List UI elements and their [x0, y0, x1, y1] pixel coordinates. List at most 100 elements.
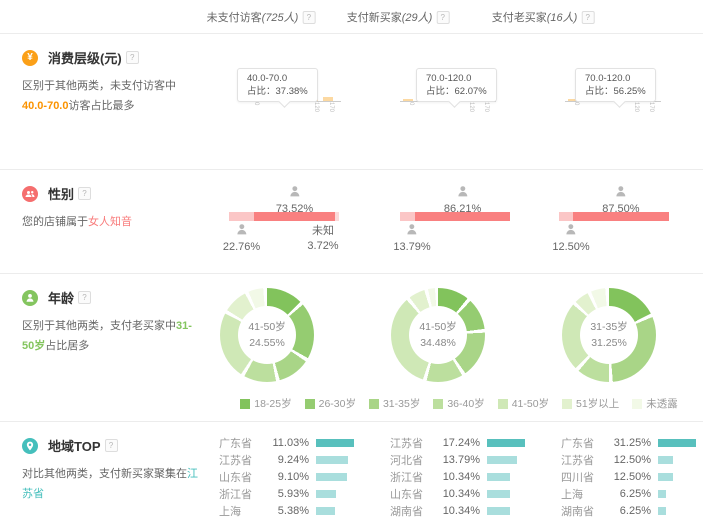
donut-center-label: 41-50岁 24.55%	[220, 288, 314, 382]
bar[interactable]	[403, 99, 413, 101]
help-icon[interactable]: ?	[302, 11, 315, 24]
consumption-bar-chart[interactable]: 40.0-70.0 占比：37.38% 0120170	[245, 68, 341, 115]
region-name: 浙江省	[215, 486, 261, 502]
axis-tick-label	[263, 102, 278, 115]
age-legend-item[interactable]: 51岁以上	[562, 396, 619, 411]
region-bar[interactable]	[487, 473, 510, 481]
male-percent: 12.50%	[552, 241, 589, 253]
help-icon[interactable]: ?	[126, 51, 139, 64]
desc-text: 访客占比最多	[68, 100, 134, 112]
region-name: 山东省	[215, 469, 261, 485]
region-bar[interactable]	[316, 507, 335, 515]
gender-label-block: 性别 ? 您的店铺属于女人知音	[0, 170, 215, 273]
gender-chart[interactable]: 87.50% 12.50%	[557, 170, 703, 273]
male-stat: 12.50%	[552, 223, 589, 253]
unknown-segment[interactable]	[335, 212, 339, 221]
age-legend-item[interactable]: 41-50岁	[498, 396, 549, 411]
legend-swatch-icon	[632, 399, 642, 409]
female-person-icon	[288, 185, 301, 198]
tooltip-value: 占比：37.38%	[247, 85, 308, 98]
male-stat: 13.79%	[393, 223, 430, 253]
region-bar[interactable]	[487, 439, 525, 447]
help-icon[interactable]: ?	[78, 187, 91, 200]
donut-center-label: 31-35岁 31.25%	[562, 288, 656, 382]
age-donut-chart[interactable]: 31-35岁 31.25%	[562, 288, 656, 382]
region-list-new: 江苏省17.24%河北省13.79%浙江省10.34%山东省10.34%湖南省1…	[386, 422, 557, 517]
region-bar[interactable]	[487, 490, 510, 498]
region-bar[interactable]	[316, 490, 336, 498]
male-segment[interactable]	[559, 212, 573, 221]
section-title: 地域TOP	[48, 436, 101, 455]
region-row: 江苏省12.50%	[557, 451, 703, 468]
region-bar[interactable]	[487, 507, 510, 515]
gender-bar[interactable]	[229, 212, 339, 221]
age-donut-chart[interactable]: 41-50岁 24.55%	[220, 288, 314, 382]
help-icon[interactable]: ?	[78, 291, 91, 304]
region-bar[interactable]	[316, 439, 354, 447]
gender-chart[interactable]: 86.21% 13.79%	[386, 170, 557, 273]
gender-bar[interactable]	[559, 212, 669, 221]
consumption-bar-chart[interactable]: 70.0-120.0 占比：56.25% 0120170	[565, 68, 661, 115]
age-legend-item[interactable]: 26-30岁	[305, 396, 356, 411]
unknown-percent: 3.72%	[307, 239, 338, 254]
help-icon[interactable]: ?	[436, 11, 449, 24]
region-row: 江苏省17.24%	[386, 434, 557, 451]
axis-tick-label: 0	[403, 102, 418, 115]
region-bar[interactable]	[316, 456, 348, 464]
consumption-cell-unpaid: 40.0-70.0 占比：37.38% 0120170	[215, 34, 386, 169]
male-person-icon	[406, 223, 419, 236]
region-label-block: 地域TOP ? 对比其他两类，支付新买家聚集在江苏省	[0, 422, 215, 517]
axis-labels: 0120170	[565, 102, 661, 115]
gender-chart[interactable]: 73.52% 22.76% 未知 3.72%	[215, 170, 386, 273]
help-icon[interactable]: ?	[105, 439, 118, 452]
column-headers: 未支付访客(725人)? 支付新买家(29人)? 支付老买家(16人)?	[0, 0, 703, 34]
female-segment[interactable]	[415, 212, 510, 221]
female-segment[interactable]	[254, 212, 335, 221]
region-bar[interactable]	[487, 456, 517, 464]
region-bar[interactable]	[658, 456, 673, 464]
region-percent: 10.34%	[432, 505, 480, 517]
male-segment[interactable]	[400, 212, 415, 221]
axis-tick-label: 120	[308, 102, 323, 115]
age-legend-item[interactable]: 36-40岁	[433, 396, 484, 411]
axis-tick-label: 170	[478, 102, 493, 115]
age-legend-item[interactable]: 未透露	[632, 396, 678, 411]
desc-text: 区别于其他两类，支付老买家中	[22, 320, 176, 332]
region-percent: 12.50%	[603, 454, 651, 466]
region-row: 广东省31.25%	[557, 434, 703, 451]
region-percent: 6.25%	[603, 488, 651, 500]
female-stat: 87.50%	[602, 185, 639, 215]
gender-bar[interactable]	[400, 212, 510, 221]
female-person-icon	[614, 185, 627, 198]
region-bar[interactable]	[658, 439, 696, 447]
region-percent: 31.25%	[603, 437, 651, 449]
donut-center-label: 41-50岁 34.48%	[391, 288, 485, 382]
desc-text: 您的店铺属于	[22, 216, 88, 228]
tooltip-value: 占比：56.25%	[585, 85, 646, 98]
male-segment[interactable]	[229, 212, 254, 221]
region-bar[interactable]	[658, 490, 666, 498]
legend-label: 51岁以上	[576, 396, 619, 411]
male-percent: 13.79%	[393, 241, 430, 253]
female-segment[interactable]	[573, 212, 669, 221]
region-row: 江苏省9.24%	[215, 451, 386, 468]
region-bar[interactable]	[658, 473, 673, 481]
consumption-bar-chart[interactable]: 70.0-120.0 占比：62.07% 0120170	[400, 68, 496, 115]
region-bar[interactable]	[316, 473, 347, 481]
region-bar[interactable]	[658, 507, 666, 515]
region-row: 浙江省5.93%	[215, 486, 386, 503]
legend-label: 未透露	[646, 396, 678, 411]
legend-label: 26-30岁	[319, 396, 356, 411]
tooltip-range: 70.0-120.0	[585, 72, 646, 85]
region-row: 湖南省6.25%	[557, 503, 703, 517]
column-header-count: (29人)	[402, 12, 433, 24]
legend-label: 36-40岁	[447, 396, 484, 411]
age-legend-item[interactable]: 31-35岁	[369, 396, 420, 411]
bar[interactable]	[323, 97, 333, 101]
female-stat: 73.52%	[276, 185, 313, 215]
region-row: 山东省10.34%	[386, 486, 557, 503]
age-donut-chart[interactable]: 41-50岁 34.48%	[391, 288, 485, 382]
region-row: 湖南省10.34%	[386, 503, 557, 517]
age-legend-item[interactable]: 18-25岁	[240, 396, 291, 411]
help-icon[interactable]: ?	[581, 11, 594, 24]
